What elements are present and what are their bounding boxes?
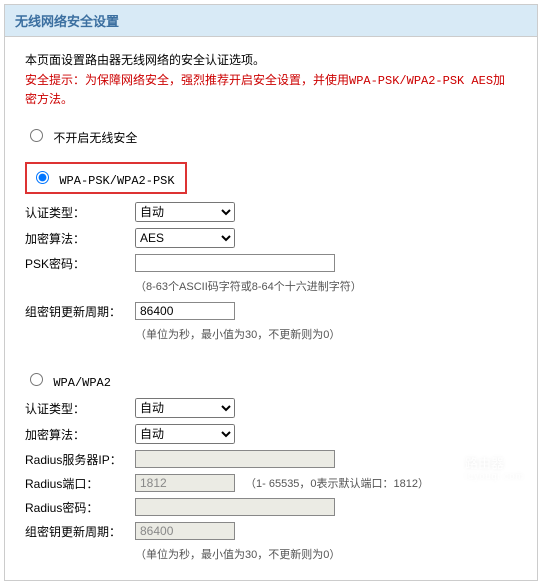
- psk-gk-label: 组密钥更新周期：: [25, 303, 135, 320]
- radio-disable-security[interactable]: [30, 129, 43, 142]
- psk-auth-select[interactable]: 自动: [135, 202, 235, 222]
- psk-enc-row: 加密算法： AES: [25, 228, 517, 248]
- radius-port-hint: （1- 65535，0表示默认端口：1812）: [245, 475, 429, 491]
- radio-wpa-psk-label: WPA-PSK/WPA2-PSK: [59, 174, 174, 188]
- radio-row-wpa: WPA/WPA2: [25, 370, 517, 390]
- psk-auth-row: 认证类型： 自动: [25, 202, 517, 222]
- wpa-radius-ip-label: Radius服务器IP：: [25, 451, 135, 468]
- wpa-radius-pwd-label: Radius密码：: [25, 499, 135, 516]
- radio-wpa-label: WPA/WPA2: [53, 376, 111, 390]
- panel-body: 本页面设置路由器无线网络的安全认证选项。 安全提示：为保障网络安全，强烈推荐开启…: [5, 37, 537, 580]
- radius-port-input[interactable]: [135, 474, 235, 492]
- wpa-group-key-input[interactable]: [135, 522, 235, 540]
- wpa-gk-row: 组密钥更新周期：: [25, 522, 517, 540]
- psk-group-key-input[interactable]: [135, 302, 235, 320]
- panel-description: 本页面设置路由器无线网络的安全认证选项。: [25, 51, 517, 68]
- psk-enc-label: 加密算法：: [25, 230, 135, 247]
- wpa-radius-ip-row: Radius服务器IP：: [25, 450, 517, 468]
- psk-gk-hint: （单位为秒，最小值为30，不更新则为0）: [135, 326, 517, 342]
- psk-pwd-label: PSK密码：: [25, 255, 135, 272]
- radio-row-psk: WPA-PSK/WPA2-PSK: [25, 162, 517, 194]
- radius-ip-input[interactable]: [135, 450, 335, 468]
- psk-pwd-row: PSK密码：: [25, 254, 517, 272]
- wpa-auth-row: 认证类型： 自动: [25, 398, 517, 418]
- wpa-radius-pwd-row: Radius密码：: [25, 498, 517, 516]
- panel-warning: 安全提示：为保障网络安全，强烈推荐开启安全设置，并使用WPA-PSK/WPA2-…: [25, 72, 517, 110]
- wpa-gk-hint: （单位为秒，最小值为30，不更新则为0）: [135, 546, 517, 562]
- wpa-auth-select[interactable]: 自动: [135, 398, 235, 418]
- psk-gk-row: 组密钥更新周期：: [25, 302, 517, 320]
- psk-pwd-hint: （8-63个ASCII码字符或8-64个十六进制字符）: [135, 278, 517, 294]
- wpa-enc-row: 加密算法： 自动: [25, 424, 517, 444]
- radius-password-input[interactable]: [135, 498, 335, 516]
- wpa-enc-select[interactable]: 自动: [135, 424, 235, 444]
- psk-auth-label: 认证类型：: [25, 204, 135, 221]
- wpa-auth-label: 认证类型：: [25, 400, 135, 417]
- radio-wpa-psk[interactable]: [36, 171, 49, 184]
- wpa-radius-port-row: Radius端口： （1- 65535，0表示默认端口：1812）: [25, 474, 517, 492]
- radio-disable-label: 不开启无线安全: [53, 131, 137, 145]
- panel-title: 无线网络安全设置: [5, 5, 537, 37]
- security-settings-panel: 无线网络安全设置 本页面设置路由器无线网络的安全认证选项。 安全提示：为保障网络…: [4, 4, 538, 581]
- radio-wpa[interactable]: [30, 373, 43, 386]
- psk-enc-select[interactable]: AES: [135, 228, 235, 248]
- psk-password-input[interactable]: [135, 254, 335, 272]
- psk-highlight-box: WPA-PSK/WPA2-PSK: [25, 162, 187, 194]
- wpa-gk-label: 组密钥更新周期：: [25, 523, 135, 540]
- wpa-radius-port-label: Radius端口：: [25, 475, 135, 492]
- wpa-enc-label: 加密算法：: [25, 426, 135, 443]
- radio-row-disable: 不开启无线安全: [25, 126, 517, 146]
